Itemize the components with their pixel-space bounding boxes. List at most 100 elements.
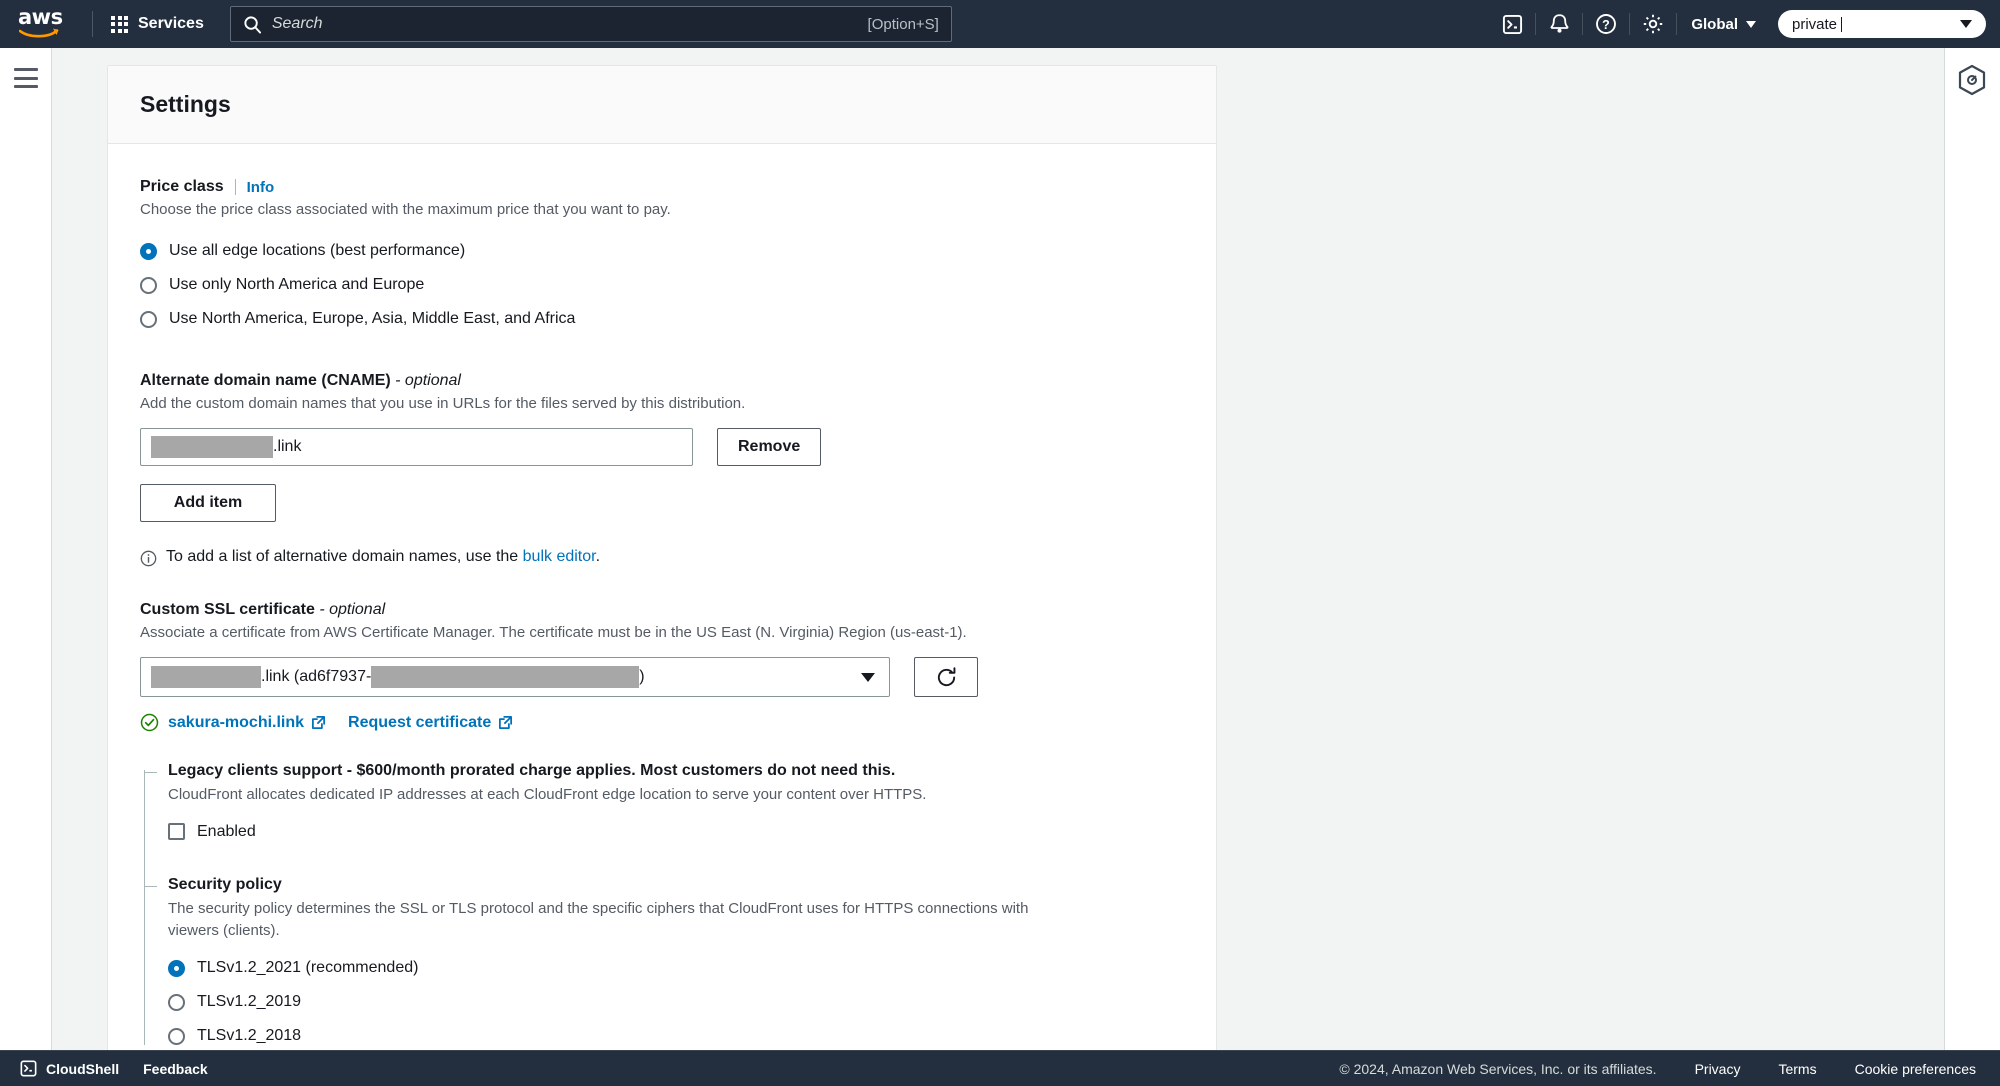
certificate-domain-label: sakura-mochi.link	[168, 713, 305, 731]
external-link-icon	[499, 715, 513, 730]
cname-remove-button[interactable]: Remove	[717, 428, 822, 466]
ssl-selected-suffix: )	[639, 668, 645, 685]
page-content-area: Settings Price class Info Choose the pri…	[52, 48, 2000, 1050]
footer-privacy-link[interactable]: Privacy	[1695, 1061, 1741, 1077]
ssl-select-row: .link (ad6f7937-)	[140, 657, 1184, 697]
cname-add-item-button[interactable]: Add item	[140, 484, 276, 522]
ssl-label: Custom SSL certificate - optional	[140, 601, 385, 619]
request-certificate-link[interactable]: Request certificate	[348, 714, 513, 732]
search-icon	[244, 15, 261, 34]
cloudshell-button[interactable]	[1489, 0, 1535, 48]
nav-right-group: ? Global private	[1489, 0, 2000, 48]
ssl-optional-suffix: - optional	[319, 601, 386, 618]
footer-copyright: © 2024, Amazon Web Services, Inc. or its…	[1339, 1060, 1657, 1077]
security-policy-option-tls2018[interactable]: TLSv1.2_2018	[168, 1019, 1184, 1050]
radio-label: Use all edge locations (best performance…	[169, 242, 466, 259]
certificate-domain-link[interactable]: sakura-mochi.link	[140, 713, 326, 732]
cloudshell-icon	[20, 1060, 37, 1077]
ssl-certificate-section: Custom SSL certificate - optional Associ…	[140, 601, 1184, 1050]
notifications-button[interactable]	[1536, 0, 1582, 48]
hint-suffix: .	[595, 548, 601, 565]
search-input[interactable]	[271, 15, 860, 33]
price-class-section: Price class Info Choose the price class …	[140, 178, 1184, 336]
hint-prefix: To add a list of alternative domain name…	[166, 548, 523, 565]
security-policy-description: The security policy determines the SSL o…	[168, 899, 1029, 939]
hamburger-menu-icon[interactable]	[14, 68, 38, 88]
ssl-certificate-select[interactable]: .link (ad6f7937-)	[140, 657, 890, 697]
right-help-rail	[1944, 48, 2000, 1050]
grid-icon	[111, 15, 128, 33]
help-question-icon: ?	[1596, 14, 1617, 34]
text-caret	[1841, 16, 1843, 32]
security-policy-option-tls2021[interactable]: TLSv1.2_2021 (recommended)	[168, 951, 1184, 985]
radio-label: Use North America, Europe, Asia, Middle …	[169, 310, 576, 327]
footer-left-group: CloudShell Feedback	[0, 1060, 208, 1077]
settings-gear-icon	[1644, 14, 1663, 34]
cname-label: Alternate domain name (CNAME) - optional	[140, 372, 461, 390]
cname-input[interactable]: .link	[140, 428, 693, 466]
bulk-editor-hint-text: To add a list of alternative domain name…	[166, 548, 600, 566]
price-class-option-all-edge[interactable]: Use all edge locations (best performance…	[140, 234, 1184, 268]
price-class-option-na-eu-asia[interactable]: Use North America, Europe, Asia, Middle …	[140, 302, 1184, 336]
ssl-nested-options-group: Legacy clients support - $600/month pror…	[140, 762, 1184, 1050]
ssl-selected-mid: .link (ad6f7937-	[261, 668, 372, 685]
radio-indicator[interactable]	[140, 310, 157, 328]
security-policy-title: Security policy	[168, 875, 282, 893]
radio-label: TLSv1.2_2019	[197, 993, 302, 1011]
cname-description: Add the custom domain names that you use…	[140, 395, 746, 412]
request-certificate-label: Request certificate	[348, 713, 492, 731]
settings-card-header: Settings	[108, 66, 1216, 144]
ssl-label-text: Custom SSL certificate	[140, 601, 315, 618]
services-menu-button[interactable]: Services	[97, 0, 218, 48]
checkbox-label: Enabled	[197, 822, 256, 840]
label-separator	[234, 179, 236, 195]
legacy-clients-enabled-checkbox-row[interactable]: Enabled	[168, 816, 1184, 848]
ssl-refresh-button[interactable]	[914, 657, 978, 697]
radio-indicator[interactable]	[168, 993, 185, 1011]
svg-text:?: ?	[1603, 18, 1611, 32]
left-navigation-rail	[0, 48, 52, 1050]
cloudfront-hex-glyph	[1958, 64, 1986, 96]
price-class-label: Price class	[140, 178, 224, 195]
price-class-option-na-eu[interactable]: Use only North America and Europe	[140, 268, 1184, 302]
global-search-bar[interactable]: [Option+S]	[229, 6, 952, 42]
chevron-down-icon	[1746, 20, 1756, 28]
account-label: private	[1792, 15, 1838, 33]
security-policy-block: Security policy The security policy dete…	[144, 875, 1184, 1050]
account-label-wrap: private	[1792, 16, 1960, 33]
footer-terms-link[interactable]: Terms	[1778, 1061, 1816, 1077]
external-link-icon	[312, 715, 326, 730]
top-navigation-bar: aws Services [Option+S]	[0, 0, 2000, 48]
aws-smile-icon	[19, 28, 59, 38]
radio-indicator[interactable]	[140, 276, 157, 294]
bulk-editor-hint: To add a list of alternative domain name…	[140, 548, 1184, 567]
radio-indicator[interactable]	[168, 959, 185, 977]
radio-label: Use only North America and Europe	[169, 276, 425, 293]
aws-logo[interactable]: aws	[18, 7, 82, 41]
cname-input-row: .link Remove	[140, 428, 1184, 466]
settings-button[interactable]	[1630, 0, 1676, 48]
region-selector[interactable]: Global	[1677, 0, 1770, 48]
account-selector[interactable]: private	[1778, 10, 1986, 38]
footer-cookie-preferences-link[interactable]: Cookie preferences	[1855, 1061, 1976, 1077]
radio-indicator[interactable]	[140, 242, 157, 260]
page-title: Settings	[140, 91, 231, 117]
cname-label-row: Alternate domain name (CNAME) - optional	[140, 372, 1184, 390]
checkbox-indicator[interactable]	[168, 823, 185, 841]
security-policy-option-tls2019[interactable]: TLSv1.2_2019	[168, 985, 1184, 1019]
footer-bar: CloudShell Feedback © 2024, Amazon Web S…	[0, 1050, 2000, 1086]
services-menu-label: Services	[138, 15, 204, 32]
bulk-editor-link[interactable]: bulk editor	[523, 548, 596, 565]
legacy-clients-support-block: Legacy clients support - $600/month pror…	[144, 762, 1184, 848]
cname-suffix: .link	[273, 438, 302, 455]
help-button[interactable]: ?	[1583, 0, 1629, 48]
settings-card: Settings Price class Info Choose the pri…	[107, 65, 1217, 1050]
region-label: Global	[1691, 15, 1738, 33]
price-class-info-link[interactable]: Info	[247, 179, 275, 196]
redacted-value	[151, 436, 273, 458]
legacy-clients-title: Legacy clients support - $600/month pror…	[168, 762, 896, 779]
radio-indicator[interactable]	[168, 1027, 185, 1045]
cloudfront-hex-icon[interactable]	[1957, 64, 1987, 101]
footer-cloudshell-button[interactable]: CloudShell	[20, 1060, 119, 1077]
footer-feedback-button[interactable]: Feedback	[143, 1061, 208, 1077]
